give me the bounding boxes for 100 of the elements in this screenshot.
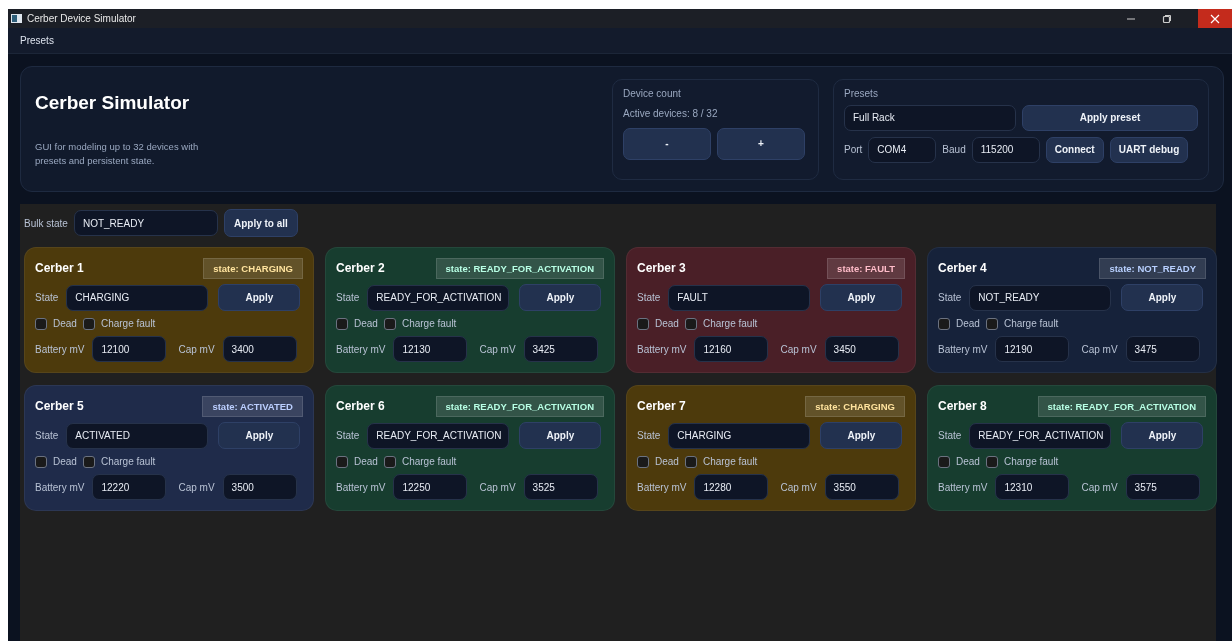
app-description: GUI for modeling up to 32 devices with presets and persistent state. (35, 140, 200, 168)
cap-label: Cap mV (780, 481, 817, 493)
dead-checkbox[interactable] (637, 455, 649, 468)
cap-field[interactable]: 3500 (222, 474, 297, 500)
dead-label: Dead (53, 456, 77, 467)
cap-field[interactable]: 3550 (824, 474, 899, 500)
dead-label: Dead (53, 318, 77, 329)
battery-field[interactable]: 12100 (92, 336, 167, 362)
count-button[interactable]: + (717, 127, 805, 160)
apply-button[interactable]: Apply (1121, 284, 1204, 311)
serial-button[interactable]: Connect (1045, 136, 1104, 163)
battery-label: Battery mV (938, 481, 988, 493)
preset-field[interactable]: Full Rack (844, 104, 1016, 131)
device-name: Cerber 5 (35, 399, 84, 413)
charge-fault-checkbox[interactable] (383, 455, 396, 468)
apply-preset-button[interactable]: Apply preset (1022, 104, 1198, 131)
charge-fault-label: Charge fault (100, 318, 156, 329)
state-label: State (336, 292, 360, 303)
battery-field[interactable]: 12190 (995, 336, 1070, 362)
battery-field[interactable]: 12220 (92, 474, 167, 500)
state-badge: state: CHARGING (805, 395, 905, 417)
charge-fault-checkbox[interactable] (985, 455, 998, 468)
cap-field[interactable]: 3525 (523, 474, 598, 500)
dead-checkbox[interactable] (336, 317, 348, 330)
window-title: Cerber Device Simulator (27, 13, 136, 24)
apply-button[interactable]: Apply (218, 284, 301, 311)
panel-label: Device count (623, 87, 682, 99)
dead-checkbox[interactable] (938, 455, 950, 468)
cap-field[interactable]: 3425 (523, 336, 598, 362)
apply-button[interactable]: Apply (519, 284, 602, 311)
serial-button[interactable]: UART debug (1109, 136, 1189, 163)
apply-button[interactable]: Apply (820, 284, 903, 311)
state-field[interactable]: ACTIVATED (66, 422, 209, 449)
state-field[interactable]: CHARGING (668, 422, 811, 449)
apply-button[interactable]: Apply (218, 422, 301, 449)
charge-fault-checkbox[interactable] (684, 455, 697, 468)
menu-item[interactable]: Presets (20, 35, 54, 46)
cap-field[interactable]: 3575 (1125, 474, 1200, 500)
battery-field[interactable]: 12160 (694, 336, 769, 362)
close-button[interactable] (1198, 9, 1232, 28)
charge-fault-label: Charge fault (702, 456, 758, 467)
state-badge: state: FAULT (827, 257, 905, 279)
dead-checkbox[interactable] (637, 317, 649, 330)
panel-label: Presets (844, 87, 879, 99)
state-badge: state: CHARGING (203, 257, 303, 279)
state-label: State (637, 292, 661, 303)
apply-button[interactable]: Apply (1121, 422, 1204, 449)
battery-field[interactable]: 12250 (393, 474, 468, 500)
port-field[interactable]: COM4 (868, 136, 937, 163)
state-field[interactable]: CHARGING (66, 284, 209, 311)
state-field[interactable]: NOT_READY (969, 284, 1112, 311)
apply-button[interactable]: Apply (519, 422, 602, 449)
port-label: Port (844, 144, 863, 155)
device-name: Cerber 8 (938, 399, 987, 413)
count-button[interactable]: - (623, 127, 711, 160)
battery-label: Battery mV (336, 343, 386, 355)
charge-fault-checkbox[interactable] (383, 317, 396, 330)
state-label: State (938, 430, 962, 441)
charge-fault-label: Charge fault (401, 318, 457, 329)
apply-to-all-button[interactable]: Apply to all (223, 209, 298, 237)
charge-fault-label: Charge fault (1003, 318, 1059, 329)
battery-field[interactable]: 12280 (694, 474, 769, 500)
dead-checkbox[interactable] (35, 317, 47, 330)
restore-icon[interactable] (1162, 13, 1172, 24)
charge-fault-label: Charge fault (702, 318, 758, 329)
cap-field[interactable]: 3475 (1125, 336, 1200, 362)
cap-field[interactable]: 3450 (824, 336, 899, 362)
dead-label: Dead (655, 318, 679, 329)
state-label: State (938, 292, 962, 303)
state-label: State (35, 292, 59, 303)
state-field[interactable]: FAULT (668, 284, 811, 311)
cap-label: Cap mV (479, 343, 516, 355)
state-badge: state: READY_FOR_ACTIVATION (435, 395, 604, 417)
dead-checkbox[interactable] (35, 455, 47, 468)
dead-checkbox[interactable] (938, 317, 950, 330)
device-name: Cerber 3 (637, 261, 686, 275)
battery-label: Battery mV (637, 343, 687, 355)
battery-field[interactable]: 12310 (995, 474, 1070, 500)
battery-field[interactable]: 12130 (393, 336, 468, 362)
close-icon[interactable] (1210, 13, 1220, 24)
baud-field[interactable]: 115200 (971, 136, 1040, 163)
apply-button[interactable]: Apply (820, 422, 903, 449)
app-icon (11, 14, 22, 23)
cap-label: Cap mV (1081, 481, 1118, 493)
charge-fault-checkbox[interactable] (985, 317, 998, 330)
charge-fault-checkbox[interactable] (82, 455, 95, 468)
charge-fault-label: Charge fault (100, 456, 156, 467)
device-name: Cerber 4 (938, 261, 987, 275)
cap-field[interactable]: 3400 (222, 336, 297, 362)
charge-fault-checkbox[interactable] (684, 317, 697, 330)
state-field[interactable]: READY_FOR_ACTIVATION (367, 284, 510, 311)
cap-label: Cap mV (479, 481, 516, 493)
battery-label: Battery mV (637, 481, 687, 493)
cap-label: Cap mV (178, 481, 215, 493)
battery-label: Battery mV (35, 343, 85, 355)
dead-checkbox[interactable] (336, 455, 348, 468)
bulk-state-field[interactable]: NOT_READY (73, 210, 218, 236)
state-field[interactable]: READY_FOR_ACTIVATION (367, 422, 510, 449)
state-field[interactable]: READY_FOR_ACTIVATION (969, 422, 1112, 449)
charge-fault-checkbox[interactable] (82, 317, 95, 330)
